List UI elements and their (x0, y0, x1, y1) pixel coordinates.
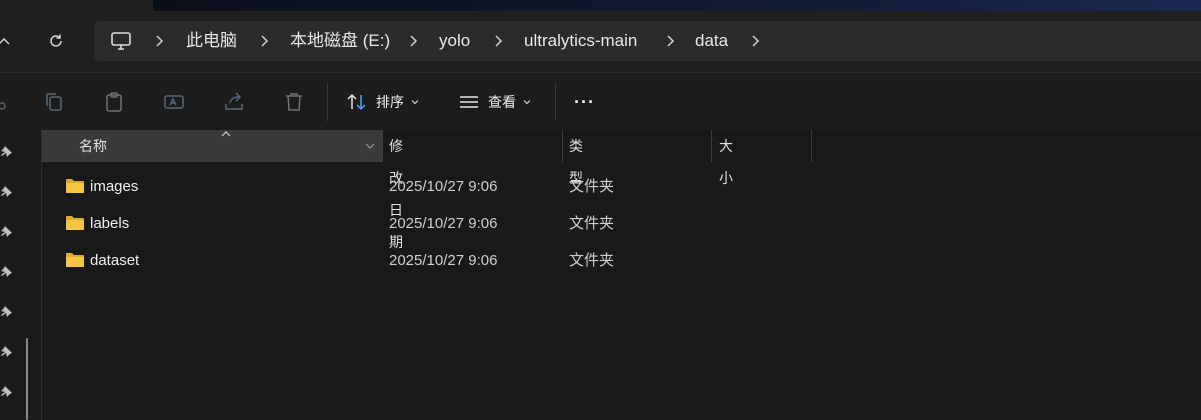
chevron-down-icon (523, 100, 531, 105)
chevron-right-icon[interactable] (151, 33, 167, 49)
file-date: 2025/10/27 9:06 (389, 252, 498, 269)
folder-icon (66, 216, 84, 230)
more-options-button[interactable]: ··· (574, 86, 595, 118)
delete-icon[interactable] (282, 90, 306, 114)
folder-icon (66, 253, 84, 267)
toolbar-divider (327, 83, 328, 121)
breadcrumb-yolo[interactable]: yolo (439, 21, 470, 61)
file-name: dataset (90, 252, 140, 269)
column-divider[interactable] (362, 130, 363, 162)
paste-icon[interactable] (102, 90, 126, 114)
navigation-pane (0, 130, 42, 420)
breadcrumb-drive-e[interactable]: 本地磁盘 (E:) (290, 21, 390, 61)
nav-scrollbar[interactable] (26, 338, 28, 420)
chevron-right-icon[interactable] (490, 33, 506, 49)
size-column-header[interactable]: 大小 (719, 130, 733, 186)
file-type: 文件夹 (569, 252, 615, 269)
file-row-labels[interactable]: labels 2025/10/27 9:06 文件夹 (42, 205, 1201, 242)
view-icon (460, 96, 478, 108)
window-backdrop (153, 0, 1201, 11)
refresh-icon[interactable] (42, 27, 70, 55)
breadcrumb-ultralytics-main[interactable]: ultralytics-main (524, 21, 637, 61)
file-type: 文件夹 (569, 215, 615, 232)
chevron-down-icon (411, 100, 419, 105)
column-divider[interactable] (562, 130, 563, 162)
share-icon[interactable] (222, 90, 246, 114)
sort-ascending-icon (221, 131, 231, 137)
folder-icon (66, 179, 84, 193)
sort-icon (347, 93, 366, 111)
column-divider[interactable] (382, 130, 383, 162)
cut-icon[interactable] (0, 90, 12, 114)
pin-icon[interactable] (0, 184, 14, 198)
pin-icon[interactable] (0, 144, 14, 158)
pin-icon[interactable] (0, 264, 14, 278)
pin-icon[interactable] (0, 224, 14, 238)
chevron-right-icon[interactable] (747, 33, 763, 49)
column-filter-chevron-icon[interactable] (364, 141, 376, 151)
column-divider[interactable] (811, 130, 812, 162)
rename-icon[interactable] (162, 90, 186, 114)
file-type: 文件夹 (569, 178, 615, 195)
address-bar[interactable]: 此电脑 本地磁盘 (E:) yolo ultralytics-main data (94, 21, 1201, 61)
chevron-right-icon[interactable] (256, 33, 272, 49)
toolbar-divider (555, 83, 556, 121)
file-name: images (90, 178, 139, 195)
breadcrumb-data[interactable]: data (695, 21, 728, 61)
chevron-right-icon[interactable] (662, 33, 678, 49)
file-date: 2025/10/27 9:06 (389, 215, 498, 232)
column-divider[interactable] (711, 130, 712, 162)
view-button[interactable]: 查看 (458, 86, 532, 118)
sort-button[interactable]: 排序 (346, 86, 420, 118)
pin-icon[interactable] (0, 344, 14, 358)
title-bar: 此电脑 本地磁盘 (E:) yolo ultralytics-main data (0, 0, 1201, 72)
file-name: labels (90, 215, 130, 232)
command-bar: 排序 查看 ··· (0, 72, 1201, 131)
sort-label: 排序 (376, 94, 404, 110)
file-row-dataset[interactable]: dataset 2025/10/27 9:06 文件夹 (42, 242, 1201, 279)
pin-icon[interactable] (0, 384, 14, 398)
file-date: 2025/10/27 9:06 (389, 178, 498, 195)
pin-icon[interactable] (0, 304, 14, 318)
this-pc-icon[interactable] (110, 30, 132, 52)
name-column-header[interactable]: 名称 (42, 130, 382, 162)
view-label: 查看 (488, 94, 516, 110)
chevron-right-icon[interactable] (405, 33, 421, 49)
type-column-header[interactable]: 类型 (569, 130, 583, 186)
name-column-label: 名称 (79, 138, 107, 154)
breadcrumb-this-pc[interactable]: 此电脑 (186, 21, 237, 61)
up-arrow-icon[interactable] (0, 28, 18, 56)
date-column-header[interactable]: 修改日期 (389, 130, 403, 250)
file-row-images[interactable]: images 2025/10/27 9:06 文件夹 (42, 168, 1201, 205)
copy-icon[interactable] (42, 90, 66, 114)
